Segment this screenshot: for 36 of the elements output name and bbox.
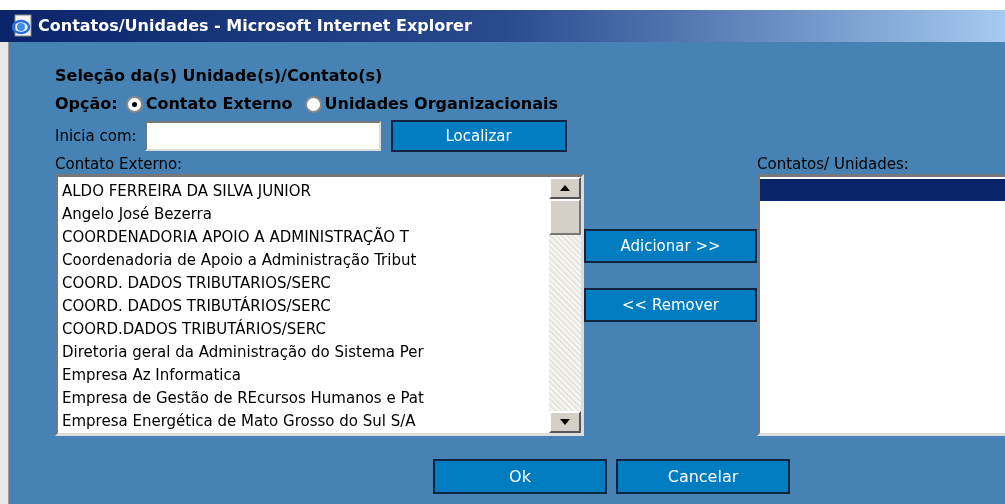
list-label: Contatos/ Unidades:	[757, 154, 910, 174]
scrollbar[interactable]	[549, 177, 581, 433]
window-title: Contatos/Unidades - Microsoft Internet Explorer	[38, 15, 472, 37]
browser-icon	[10, 14, 34, 38]
up-arrow-icon	[560, 185, 570, 191]
list-item[interactable]: Empresa de Gestão de REcursos Humanos e Pat	[62, 387, 549, 410]
search-button[interactable]: Localizar	[390, 120, 567, 152]
list-item[interactable]: COORD. DADOS TRIBUTÁRIOS/SERC	[62, 295, 549, 318]
list-item[interactable]: Empresa Az Informatica	[62, 364, 549, 387]
radio-button[interactable]	[125, 95, 143, 113]
dialog-heading: Seleção da(s) Unidade(s)/Contato(s)	[55, 65, 384, 87]
list-item[interactable]: Coordenadoria de Apoio a Administração Tribut	[62, 249, 549, 272]
list-item[interactable]: COORD.DADOS TRIBUTÁRIOS/SERC	[62, 318, 549, 341]
transfer-button[interactable]: Adicionar >>	[584, 229, 757, 263]
list-label: Contato Externo:	[55, 154, 184, 174]
list-item[interactable]: Diretoria geral da Administração do Sistema Per	[62, 341, 549, 364]
cancel-button[interactable]: Cancelar	[616, 459, 790, 494]
radio-label[interactable]: Contato Externo	[145, 92, 293, 116]
contact-list[interactable]	[55, 174, 584, 436]
scroll-thumb[interactable]	[549, 199, 581, 235]
ok-button[interactable]: Ok	[433, 459, 607, 494]
radio-button[interactable]	[304, 95, 322, 113]
scroll-down-button[interactable]	[549, 411, 581, 433]
radio-label[interactable]: Unidades Organizacionais	[324, 92, 558, 116]
list-item[interactable]: COORD. DADOS TRIBUTARIOS/SERC	[62, 272, 549, 295]
transfer-button[interactable]: << Remover	[584, 288, 757, 322]
list-item[interactable]: COORDENADORIA APOIO A ADMINISTRAÇÃO T	[62, 226, 549, 249]
search-field[interactable]	[144, 121, 381, 151]
scroll-up-button[interactable]	[549, 177, 581, 199]
list-item[interactable]: Empresa Energética de Mato Grosso do Sul S/A	[62, 410, 549, 433]
list-item[interactable]: Angelo José Bezerra	[62, 203, 549, 226]
option-label: Opção:	[55, 93, 118, 115]
list-item[interactable]: ALDO FERREIRA DA SILVA JUNIOR	[62, 180, 549, 203]
search-label: Inicia com:	[55, 125, 137, 147]
selected-list[interactable]	[757, 174, 1005, 436]
down-arrow-icon	[560, 419, 570, 425]
